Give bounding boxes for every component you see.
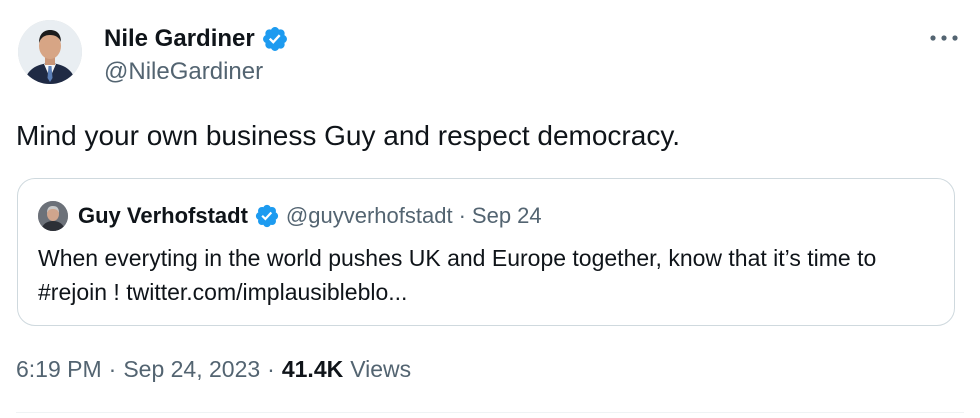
meta-separator: ·	[108, 356, 117, 382]
tweet-text: Mind your own business Guy and respect d…	[16, 120, 681, 151]
tweet: Nile Gardiner @NileGardiner Mind your ow…	[0, 0, 980, 418]
quoted-separator: ·	[458, 203, 466, 228]
tweet-time[interactable]: 6:19 PM	[16, 356, 102, 383]
author-handle[interactable]: @NileGardiner	[104, 58, 263, 86]
more-horizontal-icon	[930, 35, 958, 41]
quoted-avatar-photo-icon	[38, 201, 68, 231]
avatar-photo-icon	[18, 20, 82, 84]
verified-badge-icon[interactable]	[261, 25, 289, 53]
verified-badge-icon[interactable]	[254, 203, 280, 229]
tweet-date[interactable]: Sep 24, 2023	[123, 356, 260, 383]
tweet-meta: 6:19 PM · Sep 24, 2023 · 41.4K Views	[16, 356, 411, 383]
author-name-row: Nile Gardiner	[104, 24, 289, 54]
quoted-tweet-header: Guy Verhofstadt @guyverhofstadt · Sep 24	[38, 201, 542, 231]
quoted-tweet-text: When everyting in the world pushes UK an…	[38, 245, 877, 305]
author-avatar[interactable]	[18, 20, 82, 84]
author-name[interactable]: Nile Gardiner	[104, 25, 255, 53]
quoted-author-avatar[interactable]	[38, 201, 68, 231]
views-label: Views	[350, 356, 412, 382]
quoted-tweet-card[interactable]: Guy Verhofstadt @guyverhofstadt · Sep 24…	[17, 178, 955, 326]
quoted-author-handle[interactable]: @guyverhofstadt	[286, 203, 453, 229]
meta-separator: ·	[267, 356, 275, 382]
views-count: 41.4K	[281, 356, 344, 382]
more-options-button[interactable]	[926, 22, 962, 54]
divider	[16, 412, 964, 413]
quoted-author-name[interactable]: Guy Verhofstadt	[78, 203, 248, 229]
quoted-date[interactable]: Sep 24	[472, 203, 542, 229]
